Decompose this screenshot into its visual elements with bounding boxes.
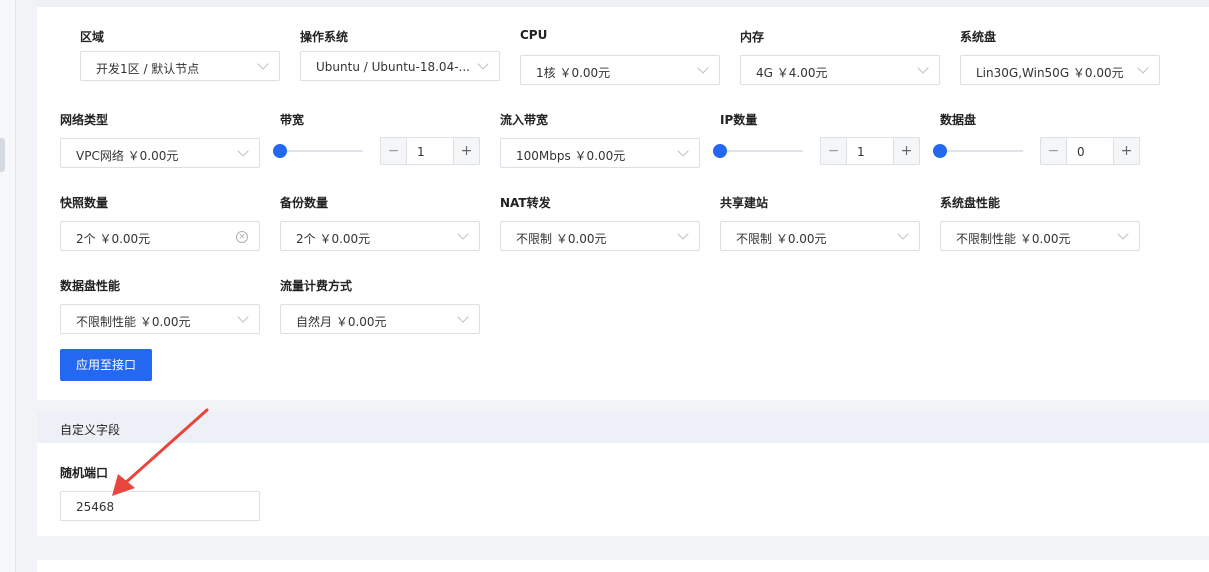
backup-count-select-value: 2个 ￥0.00元 xyxy=(296,232,371,246)
os-select[interactable]: Ubuntu / Ubuntu-18.04-... xyxy=(300,51,500,81)
data-disk-perf-select[interactable]: 不限制性能 ￥0.00元 xyxy=(60,304,260,334)
ip-count-stepper[interactable]: − 1 + xyxy=(820,137,920,165)
slider-handle[interactable] xyxy=(273,144,287,158)
slider-handle[interactable] xyxy=(713,144,727,158)
cpu-select-value: 1核 ￥0.00元 xyxy=(536,66,611,80)
shared-site-select-value: 不限制 ￥0.00元 xyxy=(736,232,827,246)
os-label: 操作系统 xyxy=(300,30,349,44)
inbound-bandwidth-select[interactable]: 100Mbps ￥0.00元 xyxy=(500,138,700,168)
traffic-billing-label: 流量计费方式 xyxy=(280,279,353,293)
memory-select-value: 4G ￥4.00元 xyxy=(756,66,828,80)
chevron-down-icon xyxy=(257,58,269,70)
region-select-value: 开发1区 / 默认节点 xyxy=(96,62,200,76)
system-disk-perf-select-value: 不限制性能 ￥0.00元 xyxy=(956,232,1071,246)
snapshot-count-select-value: 2个 ￥0.00元 xyxy=(76,232,151,246)
network-type-select-value: VPC网络 ￥0.00元 xyxy=(76,149,179,163)
region-select[interactable]: 开发1区 / 默认节点 xyxy=(80,51,280,81)
data-disk-stepper[interactable]: − 0 + xyxy=(1040,137,1140,165)
chevron-down-icon xyxy=(677,145,689,157)
increment-button[interactable]: + xyxy=(1113,138,1139,164)
system-disk-perf-label: 系统盘性能 xyxy=(940,196,1001,210)
os-select-value: Ubuntu / Ubuntu-18.04-... xyxy=(316,60,470,74)
bandwidth-stepper[interactable]: − 1 + xyxy=(380,137,480,165)
ip-count-slider[interactable] xyxy=(713,144,803,158)
chevron-down-icon xyxy=(677,228,689,240)
decrement-button[interactable]: − xyxy=(821,138,847,164)
random-port-value[interactable]: 25468 xyxy=(76,500,114,514)
decrement-button[interactable]: − xyxy=(381,138,407,164)
inbound-bandwidth-select-value: 100Mbps ￥0.00元 xyxy=(516,149,626,163)
custom-fields-title: 自定义字段 xyxy=(60,423,121,437)
next-section-edge xyxy=(37,560,1209,572)
region-label: 区域 xyxy=(80,30,105,44)
chevron-down-icon xyxy=(457,311,469,323)
chevron-down-icon xyxy=(697,62,709,74)
ip-count-value[interactable]: 1 xyxy=(857,145,865,159)
bandwidth-label: 带宽 xyxy=(280,113,305,127)
left-collapsed-sidebar xyxy=(0,0,16,572)
chevron-down-icon xyxy=(1117,228,1129,240)
traffic-billing-select[interactable]: 自然月 ￥0.00元 xyxy=(280,304,480,334)
system-disk-select-value: Lin30G,Win50G ￥0.00元 xyxy=(976,66,1124,80)
bandwidth-slider[interactable] xyxy=(273,144,363,158)
chevron-down-icon xyxy=(1137,62,1149,74)
data-disk-perf-label: 数据盘性能 xyxy=(60,279,121,293)
slider-handle[interactable] xyxy=(933,144,947,158)
data-disk-label: 数据盘 xyxy=(940,113,977,127)
increment-button[interactable]: + xyxy=(453,138,479,164)
data-disk-slider[interactable] xyxy=(933,144,1023,158)
inbound-bandwidth-label: 流入带宽 xyxy=(500,113,549,127)
chevron-down-icon xyxy=(477,58,489,70)
clear-icon[interactable]: × xyxy=(236,231,248,243)
chevron-down-icon xyxy=(457,228,469,240)
chevron-down-icon xyxy=(237,145,249,157)
data-disk-value[interactable]: 0 xyxy=(1077,145,1085,159)
random-port-input[interactable]: 25468 xyxy=(60,491,260,521)
traffic-billing-select-value: 自然月 ￥0.00元 xyxy=(296,315,387,329)
chevron-down-icon xyxy=(917,62,929,74)
snapshot-count-label: 快照数量 xyxy=(60,196,109,210)
system-disk-label: 系统盘 xyxy=(960,30,997,44)
custom-fields-header: 自定义字段 xyxy=(37,412,1209,443)
nat-forward-label: NAT转发 xyxy=(500,196,551,210)
system-disk-select[interactable]: Lin30G,Win50G ￥0.00元 xyxy=(960,55,1160,85)
apply-to-interface-button[interactable]: 应用至接口 xyxy=(60,349,152,381)
system-disk-perf-select[interactable]: 不限制性能 ￥0.00元 xyxy=(940,221,1140,251)
data-disk-perf-select-value: 不限制性能 ￥0.00元 xyxy=(76,315,191,329)
memory-select[interactable]: 4G ￥4.00元 xyxy=(740,55,940,85)
bandwidth-value[interactable]: 1 xyxy=(417,145,425,159)
random-port-label: 随机端口 xyxy=(60,466,109,480)
chevron-down-icon xyxy=(897,228,909,240)
network-type-label: 网络类型 xyxy=(60,113,109,127)
decrement-button[interactable]: − xyxy=(1041,138,1067,164)
sidebar-toggle-tab[interactable] xyxy=(0,138,5,172)
cpu-select[interactable]: 1核 ￥0.00元 xyxy=(520,55,720,85)
nat-forward-select[interactable]: 不限制 ￥0.00元 xyxy=(500,221,700,251)
memory-label: 内存 xyxy=(740,30,765,44)
chevron-down-icon xyxy=(237,311,249,323)
cpu-label: CPU xyxy=(520,28,548,42)
ip-count-label: IP数量 xyxy=(720,113,758,127)
network-type-select[interactable]: VPC网络 ￥0.00元 xyxy=(60,138,260,168)
backup-count-label: 备份数量 xyxy=(280,196,329,210)
shared-site-select[interactable]: 不限制 ￥0.00元 xyxy=(720,221,920,251)
backup-count-select[interactable]: 2个 ￥0.00元 xyxy=(280,221,480,251)
shared-site-label: 共享建站 xyxy=(720,196,769,210)
nat-forward-select-value: 不限制 ￥0.00元 xyxy=(516,232,607,246)
snapshot-count-select[interactable]: 2个 ￥0.00元 × xyxy=(60,221,260,251)
increment-button[interactable]: + xyxy=(893,138,919,164)
